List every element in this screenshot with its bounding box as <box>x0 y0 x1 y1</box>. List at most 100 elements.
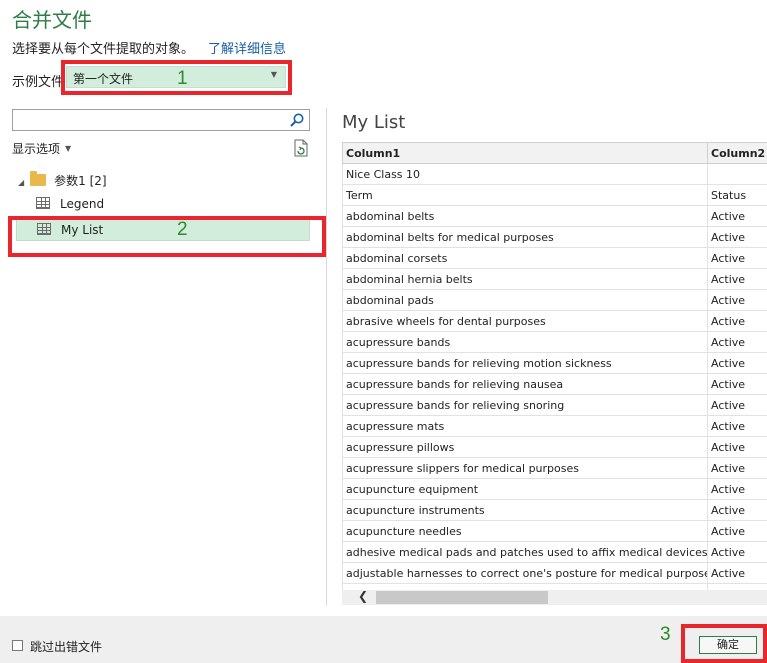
cell-column1: acupressure bands for relieving nausea <box>342 373 708 395</box>
cell-column2: Active <box>707 520 767 542</box>
cell-column2: Active <box>707 373 767 395</box>
search-input[interactable] <box>12 109 310 131</box>
ok-button[interactable]: 确定 <box>699 636 757 654</box>
sample-file-dropdown[interactable]: 第一个文件 ▼ <box>66 66 286 88</box>
tree-item-label: Legend <box>60 197 105 211</box>
subtitle-text: 选择要从每个文件提取的对象。 <box>12 42 195 57</box>
cell-column1: acupuncture needles <box>342 520 708 542</box>
cell-column1: adhesive medical pads and patches used t… <box>342 541 708 563</box>
cell-column2: n <box>707 163 767 185</box>
cell-column1: acupuncture instruments <box>342 499 708 521</box>
cell-column2: Status <box>707 184 767 206</box>
table-row: abdominal belts Active <box>342 205 767 227</box>
cell-column2: Active <box>707 499 767 521</box>
cell-column2: Active <box>707 541 767 563</box>
horizontal-scrollbar[interactable]: ❮ <box>342 589 767 605</box>
table-row: acupuncture equipment Active <box>342 478 767 500</box>
caret-down-icon: ▼ <box>65 144 72 153</box>
table-row: acupuncture instruments Active <box>342 499 767 521</box>
chevron-down-icon: ▼ <box>270 70 277 79</box>
table-row: acupressure bands for relieving snoring A… <box>342 394 767 416</box>
cell-column2: Active <box>707 247 767 269</box>
cell-column2: Active <box>707 205 767 227</box>
cell-column1: acupressure pillows <box>342 436 708 458</box>
cell-column1: adjustable harnesses to correct one's po… <box>342 562 708 584</box>
cell-column1: abdominal corsets <box>342 247 708 269</box>
table-row: acupressure bands Active <box>342 331 767 353</box>
tree-item-label: My List <box>61 223 104 237</box>
cell-column2: Active <box>707 562 767 584</box>
cell-column1: abrasive wheels for dental purposes <box>342 310 708 332</box>
preview-table-container: Column1 Column2 Nice Class 10nTermStatus… <box>342 142 767 590</box>
cell-column1: abdominal pads <box>342 289 708 311</box>
preview-title: My List <box>342 112 406 133</box>
cell-column2: Active <box>707 436 767 458</box>
cell-column2: Active <box>707 415 767 437</box>
table-row: acupressure slippers for medical purpose… <box>342 457 767 479</box>
sample-file-value: 第一个文件 <box>73 72 134 86</box>
skip-errors-checkbox[interactable] <box>12 640 23 651</box>
annotation-number-2: 2 <box>177 219 188 240</box>
table-row: abdominal pads Active <box>342 289 767 311</box>
table-row: acupressure mats Active <box>342 415 767 437</box>
sample-file-label: 示例文件 <box>12 75 65 90</box>
dialog-footer: 跳过出错文件 确定 <box>0 616 767 663</box>
folder-icon <box>30 171 47 186</box>
cell-column1: acupressure bands for relieving motion s… <box>342 352 708 374</box>
table-row: acupressure pillows Active <box>342 436 767 458</box>
table-icon <box>36 197 50 209</box>
cell-column1: acupressure mats <box>342 415 708 437</box>
scroll-left-icon[interactable]: ❮ <box>358 589 368 603</box>
learn-more-link[interactable]: 了解详细信息 <box>208 42 286 57</box>
cell-column2: Active <box>707 457 767 479</box>
cell-column2: Active <box>707 478 767 500</box>
table-row: adjustable harnesses to correct one's po… <box>342 562 767 584</box>
table-row: adhesive medical pads and patches used t… <box>342 541 767 563</box>
tree-item-my-list[interactable]: My List <box>16 219 310 241</box>
cell-column2: Active <box>707 289 767 311</box>
tree-node-parameter[interactable]: ◢ 参数1 [2] <box>18 171 107 189</box>
refresh-icon[interactable] <box>293 139 309 157</box>
table-row: acupressure bands for relieving motion s… <box>342 352 767 374</box>
cell-column2: Active <box>707 352 767 374</box>
display-options-dropdown[interactable]: 显示选项 ▼ <box>12 140 71 157</box>
dialog-subtitle: 选择要从每个文件提取的对象。 了解详细信息 <box>12 38 286 57</box>
dialog-title: 合并文件 <box>12 8 92 32</box>
cell-column1: abdominal hernia belts <box>342 268 708 290</box>
scrollbar-thumb[interactable] <box>376 591 548 604</box>
column-header[interactable]: Column1 <box>342 142 708 164</box>
cell-column2: Active <box>707 226 767 248</box>
table-row: Term Status <box>342 184 767 206</box>
cell-column1: Nice Class 10 <box>342 163 708 185</box>
table-row: Nice Class 10n <box>342 163 767 185</box>
skip-errors-label[interactable]: 跳过出错文件 <box>30 638 102 655</box>
table-icon <box>37 223 51 235</box>
expand-triangle-icon[interactable]: ◢ <box>18 178 24 187</box>
display-options-label: 显示选项 <box>12 142 61 156</box>
table-row: abdominal hernia belts Active <box>342 268 767 290</box>
table-row: abdominal corsets Active <box>342 247 767 269</box>
cell-column1: acupuncture equipment <box>342 478 708 500</box>
tree-item-legend[interactable]: Legend <box>36 197 104 211</box>
annotation-number-3: 3 <box>660 624 671 645</box>
cell-column1: abdominal belts <box>342 205 708 227</box>
column-header[interactable]: Column2 <box>707 142 767 164</box>
table-header-row: Column1 Column2 <box>342 142 767 164</box>
cell-column1: acupressure bands for relieving snoring <box>342 394 708 416</box>
cell-column1: acupressure slippers for medical purpose… <box>342 457 708 479</box>
table-row: acupuncture needles Active <box>342 520 767 542</box>
table-row: abrasive wheels for dental purposes Activ… <box>342 310 767 332</box>
cell-column2: Active <box>707 331 767 353</box>
search-icon[interactable] <box>289 112 305 128</box>
panel-divider[interactable] <box>326 108 327 606</box>
preview-table: Column1 Column2 Nice Class 10nTermStatus… <box>342 142 767 590</box>
cell-column2: Active <box>707 268 767 290</box>
cell-column2: Active <box>707 310 767 332</box>
annotation-number-1: 1 <box>177 68 188 89</box>
tree-node-label: 参数1 [2] <box>54 174 107 188</box>
table-row: acupressure bands for relieving nausea Ac… <box>342 373 767 395</box>
cell-column1: Term <box>342 184 708 206</box>
cell-column1: acupressure bands <box>342 331 708 353</box>
cell-column1: abdominal belts for medical purposes <box>342 226 708 248</box>
cell-column2: Active <box>707 394 767 416</box>
